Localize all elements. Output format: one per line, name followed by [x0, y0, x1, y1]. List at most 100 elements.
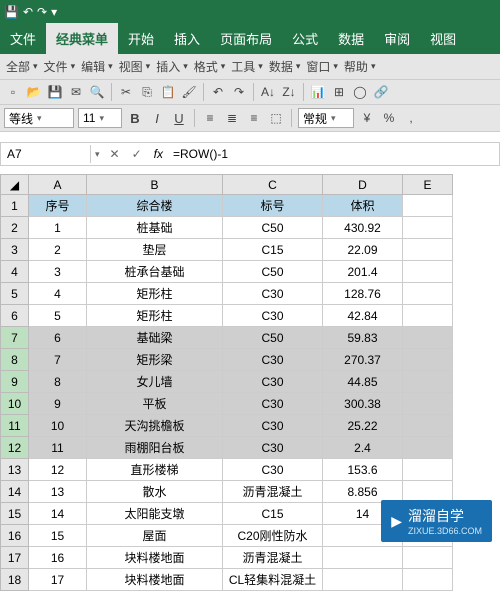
- col-header-c[interactable]: C: [223, 175, 323, 195]
- cell[interactable]: 桩基础: [87, 217, 223, 239]
- cell[interactable]: 基础梁: [87, 327, 223, 349]
- font-name-combo[interactable]: 等线▾: [4, 108, 74, 128]
- cancel-formula-icon[interactable]: ✕: [104, 147, 126, 161]
- cell[interactable]: 11: [29, 437, 87, 459]
- cell[interactable]: 平板: [87, 393, 223, 415]
- underline-button[interactable]: U: [170, 109, 188, 127]
- qat-more-icon[interactable]: ▾: [51, 5, 57, 19]
- undo-icon[interactable]: ↶: [209, 83, 227, 101]
- menu-window[interactable]: 窗口: [306, 58, 338, 75]
- col-header-b[interactable]: B: [87, 175, 223, 195]
- cell[interactable]: C30: [223, 283, 323, 305]
- align-center-icon[interactable]: ≣: [223, 109, 241, 127]
- cell[interactable]: 太阳能支墩: [87, 503, 223, 525]
- cell[interactable]: [323, 547, 403, 569]
- cell[interactable]: [403, 305, 453, 327]
- col-header-a[interactable]: A: [29, 175, 87, 195]
- fx-icon[interactable]: fx: [148, 147, 169, 161]
- cell[interactable]: 6: [29, 327, 87, 349]
- cell[interactable]: C30: [223, 371, 323, 393]
- menu-file[interactable]: 文件: [44, 58, 76, 75]
- cell[interactable]: 22.09: [323, 239, 403, 261]
- cell[interactable]: 59.83: [323, 327, 403, 349]
- tab-formulas[interactable]: 公式: [282, 23, 328, 54]
- cell[interactable]: [403, 261, 453, 283]
- cell[interactable]: 散水: [87, 481, 223, 503]
- redo-icon[interactable]: ↷: [230, 83, 248, 101]
- open-icon[interactable]: 📂: [25, 83, 43, 101]
- namebox-dropdown-icon[interactable]: ▾: [91, 149, 104, 160]
- hyperlink-icon[interactable]: 🔗: [372, 83, 390, 101]
- align-right-icon[interactable]: ≡: [245, 109, 263, 127]
- menu-all[interactable]: 全部: [6, 58, 38, 75]
- tab-file[interactable]: 文件: [0, 23, 46, 54]
- cell[interactable]: 430.92: [323, 217, 403, 239]
- menu-edit[interactable]: 编辑: [81, 58, 113, 75]
- row-header[interactable]: 18: [1, 569, 29, 591]
- menu-tools[interactable]: 工具: [231, 58, 263, 75]
- cell[interactable]: [403, 371, 453, 393]
- cell[interactable]: 153.6: [323, 459, 403, 481]
- tab-classic-menu[interactable]: 经典菜单: [46, 23, 118, 54]
- format-painter-icon[interactable]: 🖌: [180, 83, 198, 101]
- cell[interactable]: [403, 349, 453, 371]
- row-header[interactable]: 17: [1, 547, 29, 569]
- confirm-formula-icon[interactable]: ✓: [126, 147, 148, 161]
- save-icon[interactable]: 💾: [4, 5, 19, 19]
- formula-input[interactable]: [169, 145, 499, 163]
- cell[interactable]: 沥青混凝土: [223, 481, 323, 503]
- tab-review[interactable]: 审阅: [374, 23, 420, 54]
- font-size-combo[interactable]: 11▾: [78, 108, 122, 128]
- menu-help[interactable]: 帮助: [344, 58, 376, 75]
- cell[interactable]: 17: [29, 569, 87, 591]
- row-header[interactable]: 1: [1, 195, 29, 217]
- redo-icon[interactable]: ↷: [37, 5, 47, 19]
- row-header[interactable]: 11: [1, 415, 29, 437]
- percent-icon[interactable]: %: [380, 109, 398, 127]
- cell[interactable]: 42.84: [323, 305, 403, 327]
- header-cell[interactable]: 体积: [323, 195, 403, 217]
- cell[interactable]: 270.37: [323, 349, 403, 371]
- tab-page-layout[interactable]: 页面布局: [210, 23, 282, 54]
- cell[interactable]: [403, 547, 453, 569]
- cell[interactable]: 2: [29, 239, 87, 261]
- cell[interactable]: C30: [223, 305, 323, 327]
- select-all-corner[interactable]: ◢: [1, 175, 29, 195]
- cell[interactable]: 9: [29, 393, 87, 415]
- cell[interactable]: 44.85: [323, 371, 403, 393]
- cell[interactable]: 7: [29, 349, 87, 371]
- cell[interactable]: 201.4: [323, 261, 403, 283]
- cell[interactable]: [403, 217, 453, 239]
- cell[interactable]: [403, 195, 453, 217]
- header-cell[interactable]: 综合楼: [87, 195, 223, 217]
- menu-format[interactable]: 格式: [194, 58, 226, 75]
- tab-view[interactable]: 视图: [420, 23, 466, 54]
- number-format-combo[interactable]: 常规▾: [298, 108, 354, 128]
- cell[interactable]: 14: [29, 503, 87, 525]
- cell[interactable]: 300.38: [323, 393, 403, 415]
- row-header[interactable]: 3: [1, 239, 29, 261]
- comma-icon[interactable]: ,: [402, 109, 420, 127]
- cell[interactable]: 桩承台基础: [87, 261, 223, 283]
- cell[interactable]: 块料楼地面: [87, 569, 223, 591]
- save-icon[interactable]: 💾: [46, 83, 64, 101]
- cell[interactable]: C50: [223, 327, 323, 349]
- tab-data[interactable]: 数据: [328, 23, 374, 54]
- cell[interactable]: 块料楼地面: [87, 547, 223, 569]
- cell[interactable]: C30: [223, 349, 323, 371]
- undo-icon[interactable]: ↶: [23, 5, 33, 19]
- cell[interactable]: [323, 569, 403, 591]
- row-header[interactable]: 16: [1, 525, 29, 547]
- merge-icon[interactable]: ⬚: [267, 109, 285, 127]
- cell[interactable]: [403, 459, 453, 481]
- chart-icon[interactable]: 📊: [309, 83, 327, 101]
- cell[interactable]: 10: [29, 415, 87, 437]
- cell[interactable]: 垫层: [87, 239, 223, 261]
- currency-icon[interactable]: ¥: [358, 109, 376, 127]
- shapes-icon[interactable]: ◯: [351, 83, 369, 101]
- italic-button[interactable]: I: [148, 109, 166, 127]
- menu-insert[interactable]: 插入: [156, 58, 188, 75]
- name-box[interactable]: [1, 145, 91, 163]
- cell[interactable]: 沥青混凝土: [223, 547, 323, 569]
- align-left-icon[interactable]: ≡: [201, 109, 219, 127]
